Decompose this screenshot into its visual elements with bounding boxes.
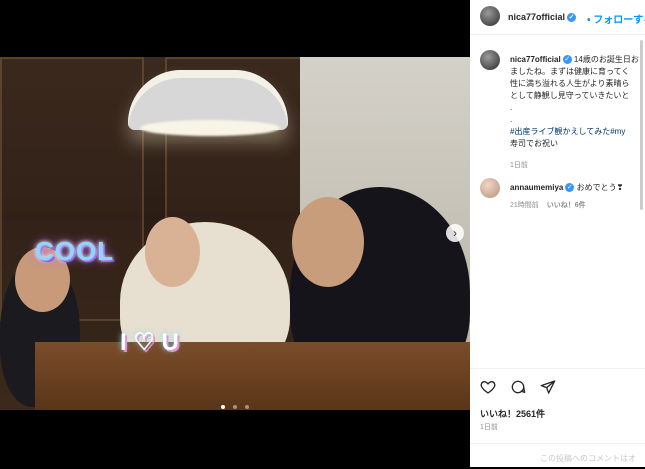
head-man	[292, 197, 364, 287]
comment-icon[interactable]	[510, 379, 526, 395]
comment-body: おめでとう❣	[576, 183, 624, 192]
comment-text: annaumemiya ✓ おめでとう❣	[510, 182, 645, 194]
chevron-right-icon: ›	[453, 226, 457, 240]
comment-username[interactable]: annaumemiya	[510, 183, 563, 192]
avatar[interactable]	[480, 50, 500, 70]
comments-scrollbar[interactable]	[640, 40, 643, 210]
hashtags[interactable]: #出産ライブ観かえしてみた#my	[510, 127, 625, 136]
post-sidebar: nica77official✓ • フォローする nica77official✓…	[470, 0, 645, 467]
next-photo-button[interactable]: ›	[446, 224, 464, 242]
comment-time: 21時間前	[510, 202, 539, 209]
caption-line: 寿司でお祝い	[510, 139, 558, 148]
follow-button[interactable]: • フォローする	[587, 11, 645, 26]
post-actions: いいね！2561件 1日前 この投稿へのコメントはオ	[470, 368, 645, 468]
instagram-post-view: COOL I ♡ U › nica77official✓ • フォローする	[0, 0, 645, 467]
caption-line: .	[510, 103, 513, 112]
heart-icon[interactable]	[480, 379, 496, 395]
avatar[interactable]	[480, 6, 500, 26]
caption-line: .	[510, 115, 513, 124]
carousel-dot	[245, 405, 250, 409]
lamp-glow	[140, 120, 280, 136]
verified-badge-icon: ✓	[562, 55, 572, 65]
caption-text: nica77official ✓ 14歳のお誕生日お ましたね。まずは健康に育って…	[510, 54, 645, 150]
sticker-i-love-u: I ♡ U	[120, 329, 179, 356]
caption-line: 性に満ち溢れる人生がより素晴ら	[510, 79, 630, 88]
like-count[interactable]: いいね！2561件	[480, 407, 545, 420]
username-text[interactable]: nica77official	[508, 12, 565, 22]
carousel-dot	[220, 405, 225, 409]
comments-section: nica77official ✓ 14歳のお誕生日お ましたね。まずは健康に育って…	[470, 44, 645, 364]
caption-line: ましたね。まずは健康に育ってく	[510, 67, 630, 76]
post-header: nica77official✓ • フォローする	[470, 0, 645, 35]
add-comment-area: この投稿へのコメントはオ	[470, 443, 645, 469]
verified-badge-icon: ✓	[567, 13, 577, 23]
caption-line: 14歳のお誕生日お	[573, 55, 639, 64]
media-panel: COOL I ♡ U ›	[0, 0, 470, 467]
comment-likes[interactable]: いいね！6件	[547, 202, 586, 209]
caption-time: 1日前	[510, 162, 528, 169]
share-icon[interactable]	[540, 379, 556, 395]
post-username[interactable]: nica77official ✓	[508, 12, 577, 23]
caption-line: として静観し見守っていきたいと	[510, 91, 630, 100]
separator-dot: •	[587, 15, 591, 26]
carousel-dots	[0, 396, 470, 414]
avatar[interactable]	[480, 178, 500, 198]
follow-label[interactable]: フォローする	[593, 15, 645, 26]
head-woman	[145, 217, 200, 287]
comment-meta: 21時間前 いいね！6件	[510, 200, 586, 210]
comments-disabled-text: この投稿へのコメントはオ	[540, 454, 636, 463]
post-date: 1日前	[480, 424, 498, 431]
carousel-dot	[233, 405, 237, 409]
caption-username[interactable]: nica77official	[510, 55, 561, 64]
verified-badge-icon: ✓	[565, 183, 575, 193]
action-icons	[480, 379, 556, 395]
sticker-cool: COOL	[35, 236, 115, 266]
